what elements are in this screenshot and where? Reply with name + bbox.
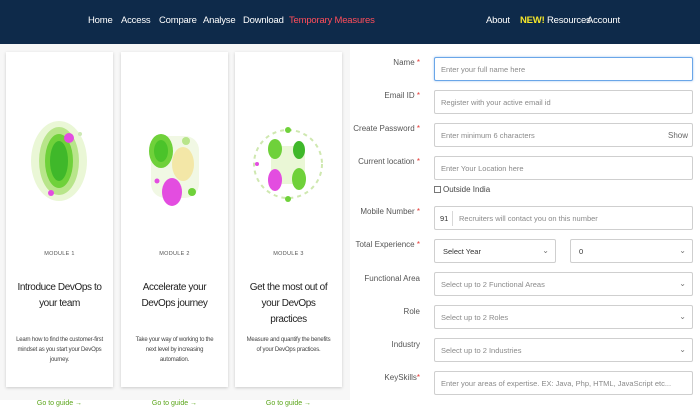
name-field[interactable]: Enter your full name here (434, 57, 693, 81)
card-description: Learn how to find the customer-first min… (16, 337, 103, 363)
go-to-guide-link[interactable]: Go to guide → (121, 400, 228, 407)
functional-area-label: Functional Area (320, 274, 420, 283)
guide-card-3: MODULE 3 Get the most out of your DevOps… (235, 52, 342, 407)
functional-area-label-text: Functional Area (364, 274, 420, 283)
nav-compare[interactable]: Compare (159, 15, 197, 26)
mobile-label-text: Mobile Number (360, 207, 415, 216)
nav-temporary-measures[interactable]: Temporary Measures (289, 15, 375, 26)
nav-resources-label: Resources (546, 15, 591, 26)
nav-about[interactable]: About (486, 15, 510, 26)
location-field[interactable]: Enter Your Location here (434, 156, 693, 180)
chevron-down-icon: ⌄ (542, 246, 549, 255)
card-title: Introduce DevOps to your team (17, 282, 102, 309)
mobile-label: Mobile Number * (320, 207, 420, 216)
experience-label: Total Experience * (320, 240, 420, 249)
industry-select[interactable]: Select up to 2 Industries ⌄ (434, 338, 693, 362)
password-placeholder: Enter minimum 6 characters (441, 131, 535, 140)
experience-year-value: Select Year (443, 247, 481, 256)
role-label: Role (320, 307, 420, 316)
chevron-down-icon: ⌄ (679, 279, 686, 288)
experience-month-value: 0 (579, 247, 584, 256)
guide-card-2: MODULE 2 Accelerate your DevOps journey … (121, 52, 228, 407)
outside-india-checkbox[interactable] (434, 186, 441, 193)
password-field[interactable]: Enter minimum 6 characters Show (434, 123, 693, 147)
devops-practices-illustration (253, 127, 323, 202)
outside-india-label: Outside India (443, 185, 491, 194)
card-module-tag: MODULE 2 (159, 251, 190, 257)
experience-label-text: Total Experience (355, 240, 415, 249)
email-field[interactable]: Register with your active email id (434, 90, 693, 114)
nav-analyse[interactable]: Analyse (203, 15, 236, 26)
experience-year-select[interactable]: Select Year ⌄ (434, 239, 556, 263)
new-badge: NEW! (520, 15, 545, 26)
functional-area-placeholder: Select up to 2 Functional Areas (441, 280, 545, 289)
keyskills-label: KeySkills* (320, 373, 420, 382)
required-mark: * (416, 91, 420, 100)
mobile-field[interactable]: 91 Recruiters will contact you on this n… (434, 206, 693, 230)
nav-access[interactable]: Access (121, 15, 151, 26)
nav-download[interactable]: Download (243, 15, 284, 26)
required-mark: * (416, 207, 420, 216)
chevron-down-icon: ⌄ (679, 312, 686, 321)
chevron-down-icon: ⌄ (679, 246, 686, 255)
nav-home[interactable]: Home (88, 15, 113, 26)
card-module-tag: MODULE 1 (44, 251, 75, 257)
experience-month-select[interactable]: 0 ⌄ (570, 239, 693, 263)
required-mark: * (416, 240, 420, 249)
required-mark: * (416, 373, 420, 382)
role-label-text: Role (403, 307, 420, 316)
chevron-down-icon: ⌄ (679, 345, 686, 354)
card-description: Measure and quantify the benefits of you… (246, 337, 331, 353)
go-to-guide-link[interactable]: Go to guide → (6, 400, 113, 407)
card-title: Accelerate your DevOps journey (141, 282, 208, 309)
required-mark: * (416, 124, 420, 133)
card-module-tag: MODULE 3 (273, 251, 304, 257)
location-placeholder: Enter Your Location here (441, 164, 524, 173)
role-placeholder: Select up to 2 Roles (441, 313, 509, 322)
required-mark: * (416, 157, 420, 166)
email-label-text: Email ID (384, 91, 415, 100)
industry-label: Industry (320, 340, 420, 349)
keyskills-label-text: KeySkills (384, 373, 417, 382)
password-label-text: Create Password (353, 124, 415, 133)
go-to-guide-link[interactable]: Go to guide → (235, 400, 342, 407)
country-code: 91 (440, 214, 449, 223)
industry-label-text: Industry (391, 340, 420, 349)
location-label: Current location * (320, 157, 420, 166)
role-select[interactable]: Select up to 2 Roles ⌄ (434, 305, 693, 329)
email-label: Email ID * (320, 91, 420, 100)
functional-area-select[interactable]: Select up to 2 Functional Areas ⌄ (434, 272, 693, 296)
nav-account[interactable]: Account (587, 15, 620, 26)
mobile-placeholder: Recruiters will contact you on this numb… (459, 214, 598, 223)
top-navigation-bar: Home Access Compare Analyse Download Tem… (0, 0, 700, 44)
name-label-text: Name (393, 58, 415, 67)
name-placeholder: Enter your full name here (441, 65, 526, 74)
name-label: Name * (320, 58, 420, 67)
required-mark: * (416, 58, 420, 67)
location-label-text: Current location (358, 157, 415, 166)
code-divider (452, 211, 453, 226)
devops-journey-illustration (149, 134, 199, 206)
show-password-button[interactable]: Show (668, 131, 688, 140)
keyskills-field[interactable]: Enter your areas of expertise. EX: Java,… (434, 371, 693, 395)
card-title: Get the most out of your DevOps practice… (249, 282, 328, 325)
devops-team-illustration (31, 121, 87, 201)
email-placeholder: Register with your active email id (441, 98, 551, 107)
nav-resources[interactable]: NEW! Resources (520, 15, 591, 26)
keyskills-placeholder: Enter your areas of expertise. EX: Java,… (441, 379, 672, 388)
card-description: Take your way of working to the next lev… (135, 337, 214, 363)
industry-placeholder: Select up to 2 Industries (441, 346, 522, 355)
password-label: Create Password * (320, 124, 420, 133)
guide-card-1: MODULE 1 Introduce DevOps to your team L… (6, 52, 113, 407)
